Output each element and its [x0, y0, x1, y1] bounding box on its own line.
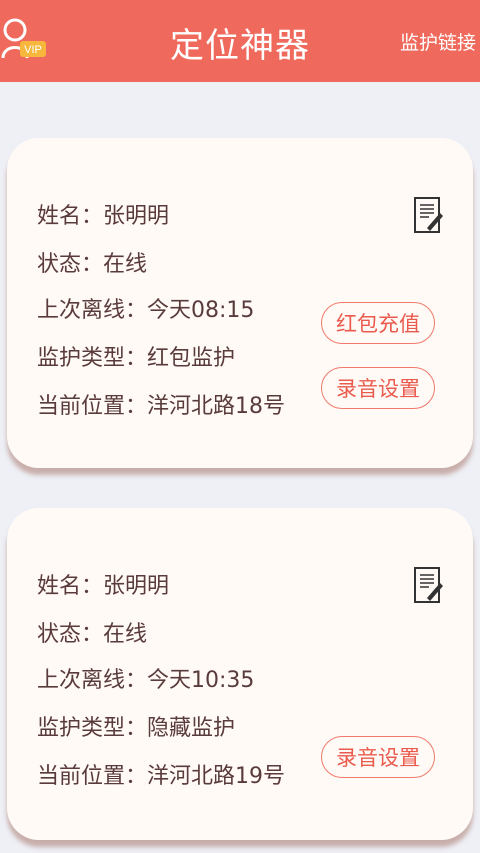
monitor-type-value: 隐藏监护 — [147, 716, 236, 741]
location-label: 当前位置： — [37, 764, 148, 789]
name-label: 姓名： — [37, 204, 104, 229]
audio-settings-button[interactable]: 录音设置 — [321, 736, 435, 778]
last-offline-row: 上次离线：今天10:35 — [37, 662, 254, 694]
status-value: 在线 — [103, 252, 148, 277]
monitor-type-row: 监护类型：红包监护 — [37, 340, 235, 372]
name-label: 姓名： — [37, 574, 104, 599]
device-card: 姓名：张明明 状态：在线 上次离线：今天10:35 监护类型：隐藏监护 当前位置… — [7, 508, 473, 840]
red-packet-recharge-button[interactable]: 红包充值 — [321, 302, 435, 344]
status-label: 状态： — [37, 252, 104, 277]
monitor-type-label: 监护类型： — [37, 716, 148, 741]
last-offline-value: 今天10:35 — [147, 668, 255, 693]
status-row: 状态：在线 — [37, 616, 147, 648]
last-offline-row: 上次离线：今天08:15 — [37, 292, 254, 324]
location-row: 当前位置：洋河北路18号 — [37, 388, 285, 420]
monitor-type-row: 监护类型：隐藏监护 — [37, 710, 235, 742]
location-row: 当前位置：洋河北路19号 — [37, 758, 285, 790]
audio-settings-button[interactable]: 录音设置 — [321, 367, 435, 409]
status-value: 在线 — [103, 622, 148, 647]
status-label: 状态： — [37, 622, 104, 647]
name-row: 姓名：张明明 — [37, 198, 169, 230]
last-offline-label: 上次离线： — [37, 668, 148, 693]
location-value: 洋河北路19号 — [147, 764, 286, 789]
app-header: VIP 定位神器 监护链接 — [0, 0, 480, 82]
location-label: 当前位置： — [37, 394, 148, 419]
device-card: 姓名：张明明 状态：在线 上次离线：今天08:15 监护类型：红包监护 当前位置… — [7, 138, 473, 468]
edit-document-icon[interactable] — [413, 566, 445, 606]
name-value: 张明明 — [103, 204, 170, 229]
monitor-type-label: 监护类型： — [37, 346, 148, 371]
last-offline-value: 今天08:15 — [147, 298, 255, 323]
edit-document-icon[interactable] — [413, 196, 445, 236]
location-value: 洋河北路18号 — [147, 394, 286, 419]
monitor-type-value: 红包监护 — [147, 346, 236, 371]
last-offline-label: 上次离线： — [37, 298, 148, 323]
monitor-link-button[interactable]: 监护链接 — [400, 28, 476, 55]
name-row: 姓名：张明明 — [37, 568, 169, 600]
status-row: 状态：在线 — [37, 246, 147, 278]
name-value: 张明明 — [103, 574, 170, 599]
